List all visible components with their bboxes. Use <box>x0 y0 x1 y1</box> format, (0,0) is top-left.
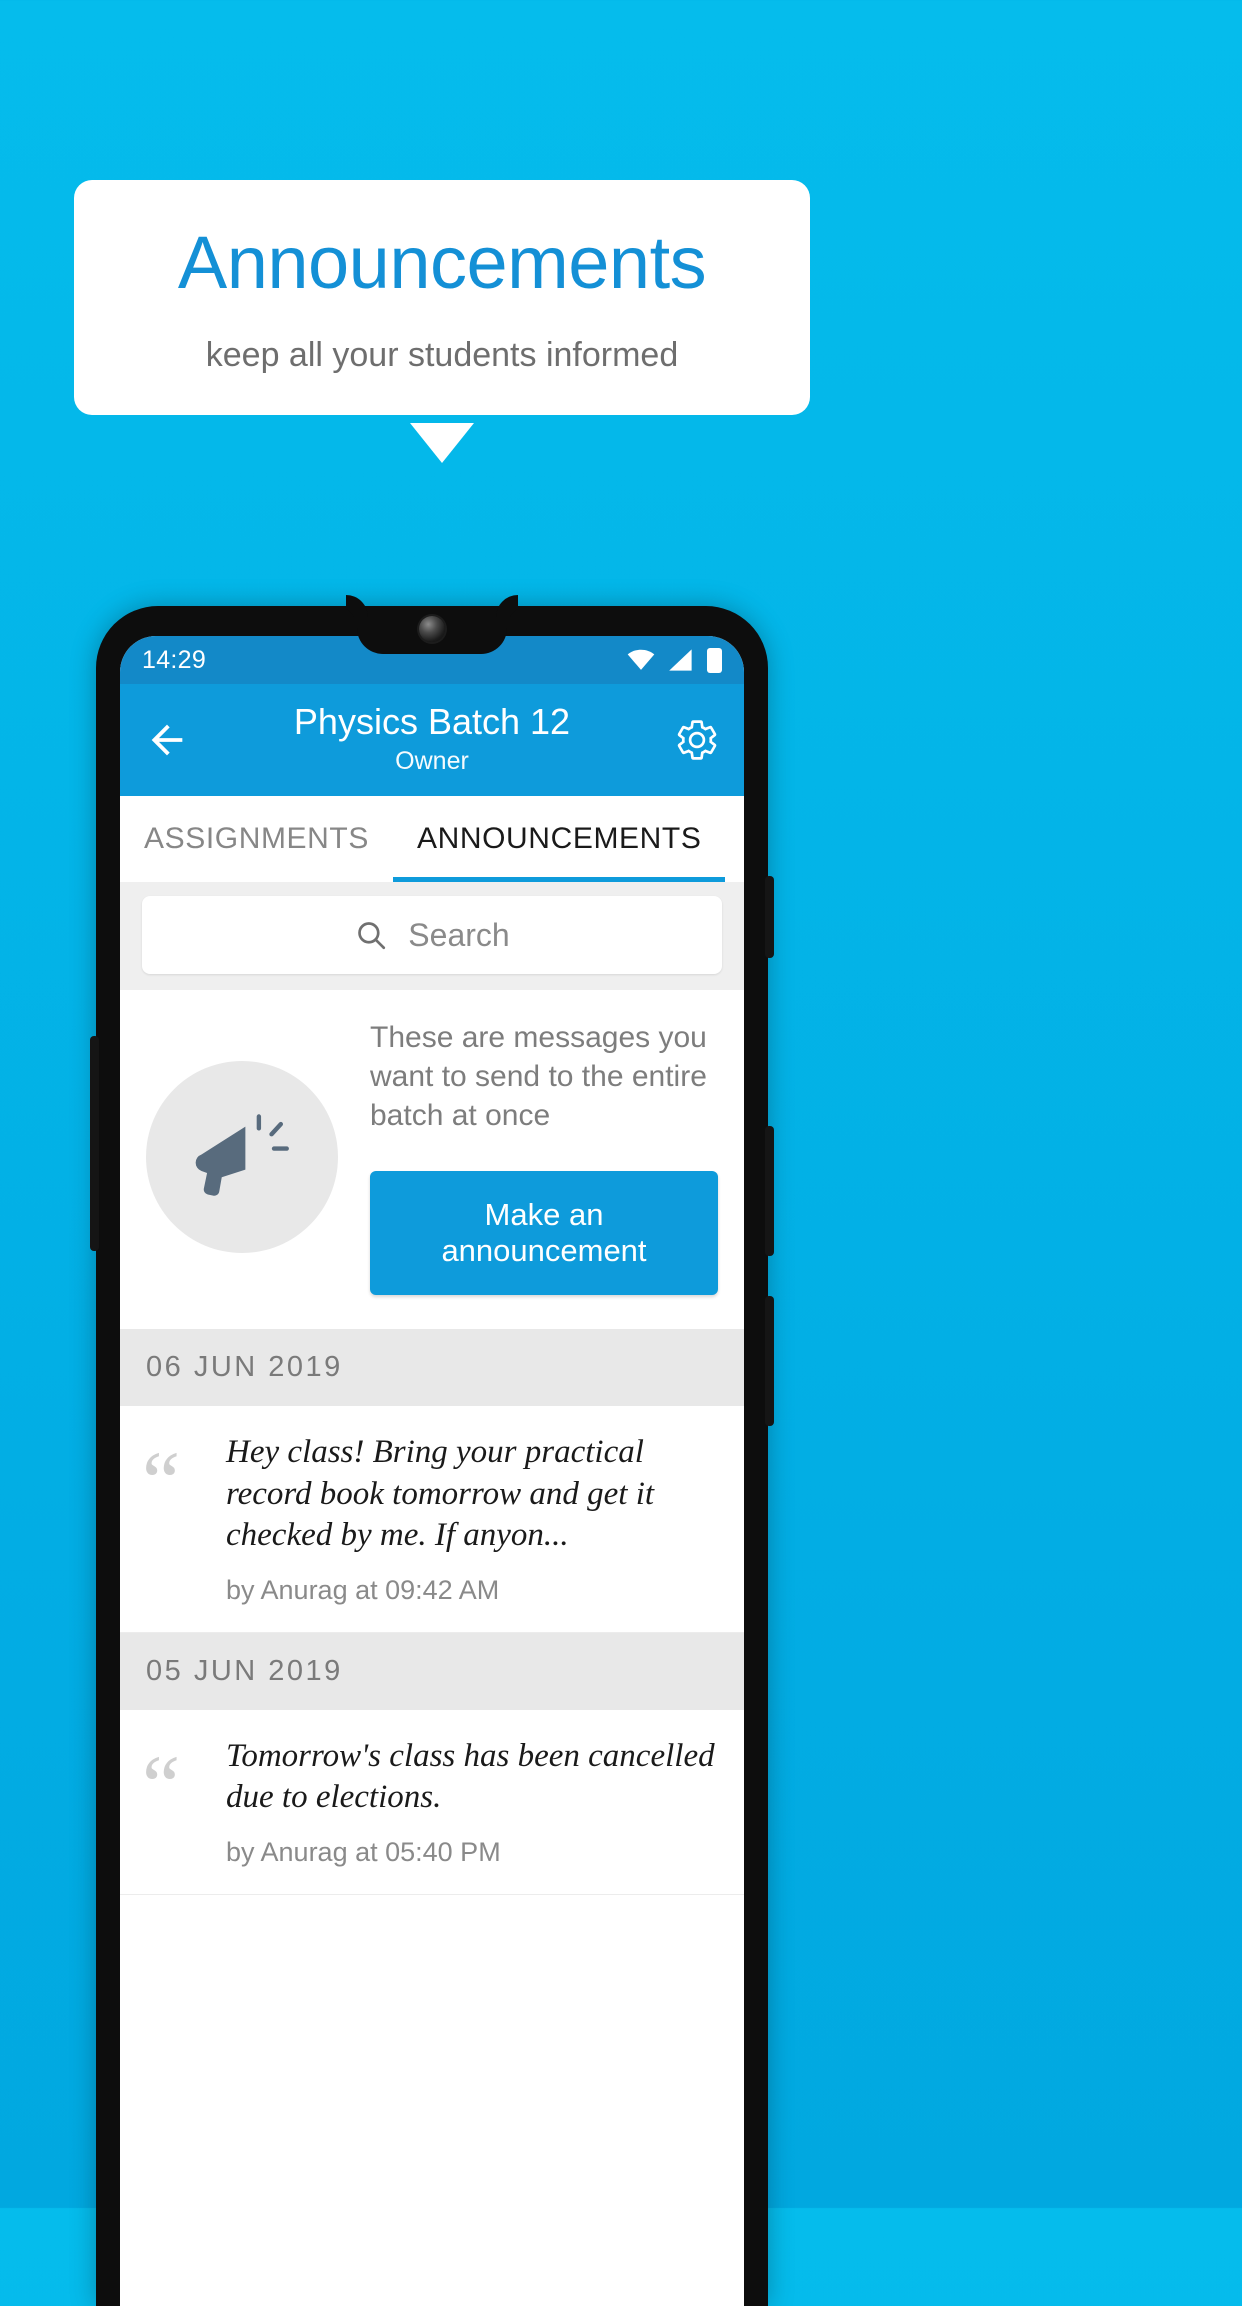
status-bar-time: 14:29 <box>142 645 207 674</box>
make-announcement-button[interactable]: Make an announcement <box>370 1171 718 1295</box>
quote-icon: “ <box>142 1736 181 1833</box>
tab-bar: ASSIGNMENTS ANNOUNCEMENTS TESTS ’ <box>120 796 744 882</box>
megaphone-badge <box>146 1060 338 1253</box>
signal-icon <box>669 649 692 671</box>
phone-notch <box>357 606 507 654</box>
announcement-meta: by Anurag at 09:42 AM <box>226 1574 500 1605</box>
date-header: 05 JUN 2019 <box>120 1632 744 1710</box>
announcement-body: Tomorrow's class has been cancelled due … <box>220 1736 718 1868</box>
app-bar-titles: Physics Batch 12 Owner <box>190 702 674 778</box>
promo-description: These are messages you want to send to t… <box>370 1021 707 1132</box>
callout-tail <box>410 423 474 463</box>
announcement-text: Tomorrow's class has been cancelled due … <box>226 1737 715 1816</box>
phone-button-volume-up <box>765 1126 774 1256</box>
search-bar[interactable]: Search <box>142 896 722 974</box>
tab-assignments[interactable]: ASSIGNMENTS <box>120 796 393 882</box>
announcement-meta: by Anurag at 05:40 PM <box>226 1836 501 1867</box>
phone-mockup: 14:29 Physics Batch 12 Owner ASSIGNMENTS… <box>90 606 774 2306</box>
announcement-item[interactable]: “ Hey class! Bring your practical record… <box>120 1406 744 1633</box>
status-bar-icons <box>627 647 722 673</box>
page-subtitle: keep all your students informed <box>205 336 679 374</box>
phone-screen: 14:29 Physics Batch 12 Owner ASSIGNMENTS… <box>120 636 744 2306</box>
date-header: 06 JUN 2019 <box>120 1329 744 1406</box>
hero-callout: Announcements keep all your students inf… <box>74 180 810 463</box>
promo-content: These are messages you want to send to t… <box>338 1018 718 1295</box>
quote-icon: “ <box>142 1433 181 1529</box>
search-zone: Search <box>120 882 744 990</box>
front-camera <box>419 616 445 642</box>
page-title: Announcements <box>177 221 707 304</box>
gear-icon[interactable] <box>674 717 720 763</box>
phone-button-left <box>90 1036 99 1251</box>
back-arrow-icon[interactable] <box>144 717 190 763</box>
batch-title: Physics Batch 12 <box>293 701 571 743</box>
announcement-promo: These are messages you want to send to t… <box>120 990 744 1329</box>
announcement-text: Hey class! Bring your practical record b… <box>226 1434 655 1554</box>
tab-announcements[interactable]: ANNOUNCEMENTS <box>392 796 726 882</box>
battery-icon <box>707 647 722 673</box>
megaphone-icon <box>195 1113 289 1196</box>
phone-button-volume-down <box>765 1296 774 1426</box>
announcement-item[interactable]: “ Tomorrow's class has been cancelled du… <box>120 1709 744 1895</box>
hero-card: Announcements keep all your students inf… <box>74 180 810 415</box>
search-icon <box>358 922 386 950</box>
phone-button-power <box>765 876 774 958</box>
batch-role: Owner <box>395 746 469 775</box>
tab-tests[interactable]: TESTS <box>725 796 744 882</box>
app-bar: Physics Batch 12 Owner <box>120 684 744 796</box>
announcement-body: Hey class! Bring your practical record b… <box>220 1432 718 1606</box>
wifi-icon <box>627 649 655 670</box>
search-input[interactable]: Search <box>408 917 509 954</box>
